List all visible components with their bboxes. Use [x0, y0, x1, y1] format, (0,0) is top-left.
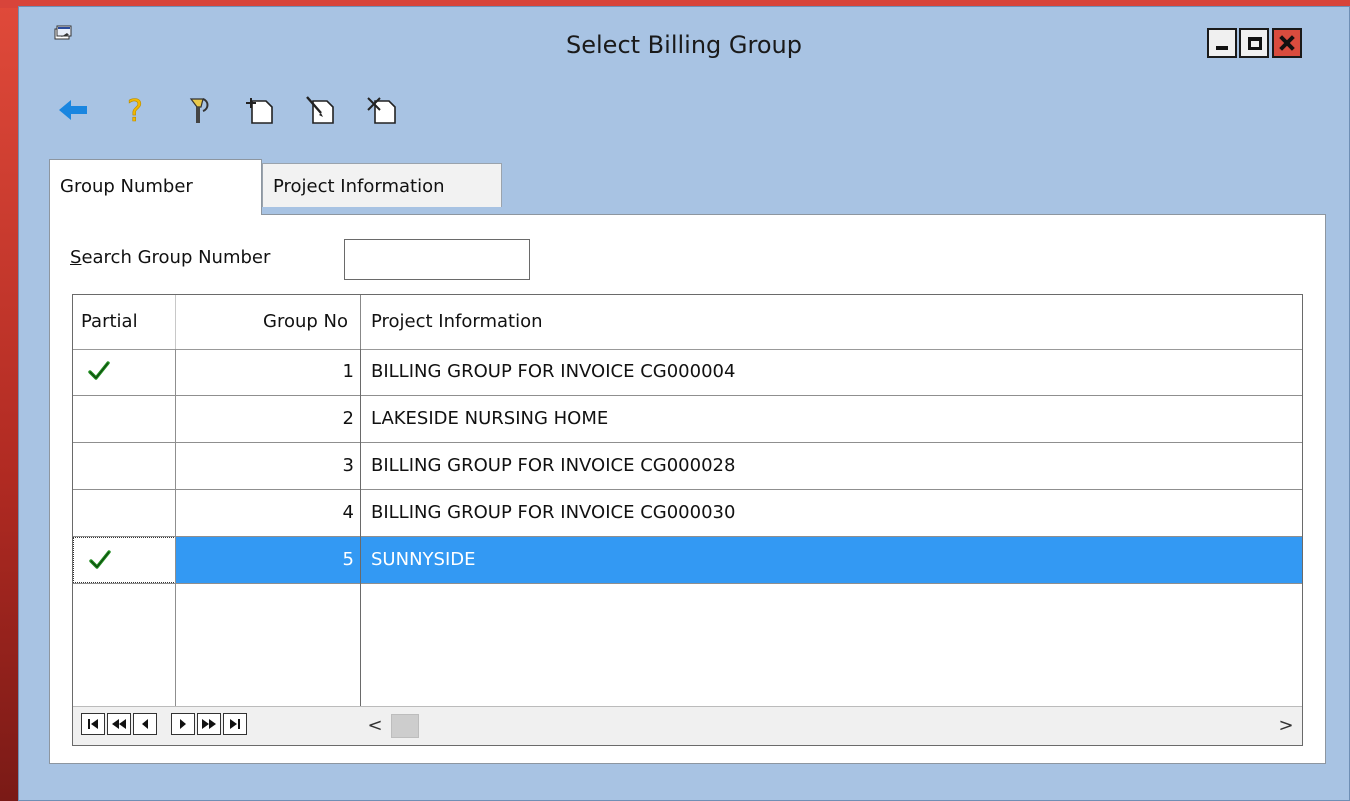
project-information-cell[interactable]: BILLING GROUP FOR INVOICE CG000030	[361, 490, 1302, 536]
group-no-cell[interactable]: 1	[176, 349, 361, 395]
column-divider	[360, 349, 361, 706]
close-button[interactable]	[1272, 28, 1302, 58]
search-group-number-label: Search Group Number	[70, 247, 270, 268]
header-group-no[interactable]: Group No	[176, 295, 361, 349]
project-information-cell[interactable]: SUNNYSIDE	[361, 537, 1302, 583]
group-no-cell[interactable]: 5	[176, 537, 361, 583]
table-row[interactable]: 4 BILLING GROUP FOR INVOICE CG000030	[73, 490, 1302, 537]
previous-record-icon[interactable]	[133, 713, 157, 735]
first-record-icon[interactable]	[81, 713, 105, 735]
header-project-information[interactable]: Project Information	[361, 295, 1302, 349]
next-page-icon[interactable]	[197, 713, 221, 735]
partial-cell[interactable]	[73, 490, 176, 536]
select-billing-group-window: Select Billing Group ? Group Number Proj…	[18, 6, 1350, 801]
project-information-cell[interactable]: BILLING GROUP FOR INVOICE CG000028	[361, 443, 1302, 489]
partial-cell[interactable]	[73, 537, 176, 583]
table-row[interactable]: 3 BILLING GROUP FOR INVOICE CG000028	[73, 443, 1302, 490]
help-question-icon[interactable]: ?	[119, 91, 155, 129]
desktop-background	[0, 0, 20, 801]
accelerator-key: S	[70, 247, 82, 268]
delete-record-icon[interactable]	[365, 91, 401, 129]
group-no-cell[interactable]: 2	[176, 396, 361, 442]
project-information-cell[interactable]: LAKESIDE NURSING HOME	[361, 396, 1302, 442]
previous-page-icon[interactable]	[107, 713, 131, 735]
minimize-button[interactable]	[1207, 28, 1237, 58]
table-row[interactable]: 1 BILLING GROUP FOR INVOICE CG000004	[73, 349, 1302, 396]
tab-panel: Search Group Number Partial Group No Pro…	[49, 214, 1326, 764]
column-divider	[175, 349, 176, 706]
project-information-cell[interactable]: BILLING GROUP FOR INVOICE CG000004	[361, 349, 1302, 395]
group-no-cell[interactable]: 3	[176, 443, 361, 489]
horizontal-scrollbar[interactable]: < >	[361, 711, 1302, 741]
scroll-track[interactable]	[391, 714, 1270, 738]
tab-group-number[interactable]: Group Number	[49, 159, 262, 215]
grid-header: Partial Group No Project Information	[73, 295, 1302, 350]
table-row[interactable]: 2 LAKESIDE NURSING HOME	[73, 396, 1302, 443]
tools-icon[interactable]	[181, 91, 217, 129]
search-group-number-input[interactable]	[344, 239, 530, 280]
partial-cell[interactable]	[73, 443, 176, 489]
back-arrow-icon[interactable]	[55, 91, 91, 129]
header-partial[interactable]: Partial	[73, 295, 176, 349]
partial-cell[interactable]	[73, 349, 176, 395]
scroll-thumb[interactable]	[391, 714, 419, 738]
scroll-left-button[interactable]: <	[361, 711, 389, 741]
grid-footer: < >	[73, 706, 1302, 745]
svg-text:?: ?	[127, 94, 143, 129]
checkmark-icon	[88, 361, 110, 380]
add-record-icon[interactable]	[242, 91, 278, 129]
group-no-cell[interactable]: 4	[176, 490, 361, 536]
last-record-icon[interactable]	[223, 713, 247, 735]
search-label-text: earch Group Number	[81, 247, 271, 268]
table-row[interactable]: 5 SUNNYSIDE	[73, 537, 1302, 584]
window-title: Select Billing Group	[566, 31, 802, 59]
edit-record-icon[interactable]	[303, 91, 339, 129]
checkmark-icon	[89, 550, 111, 569]
maximize-button[interactable]	[1239, 28, 1269, 58]
next-record-icon[interactable]	[171, 713, 195, 735]
billing-group-grid: Partial Group No Project Information 1 BI…	[72, 294, 1303, 746]
partial-cell[interactable]	[73, 396, 176, 442]
tab-project-information[interactable]: Project Information	[262, 163, 502, 207]
title-bar[interactable]: Select Billing Group	[19, 7, 1349, 79]
scroll-right-button[interactable]: >	[1272, 711, 1300, 741]
